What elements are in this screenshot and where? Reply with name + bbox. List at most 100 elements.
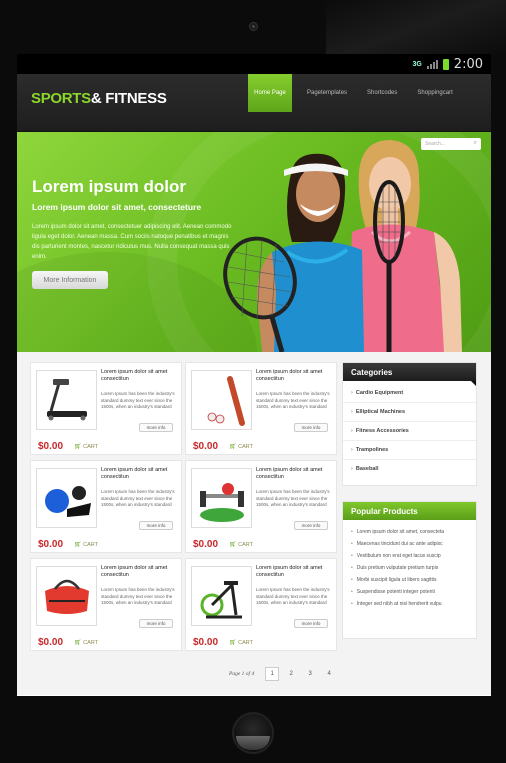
product-card: Lorem ipsum dolor sit amet consectitun L… <box>185 558 337 651</box>
fitness-gear-icon[interactable] <box>36 468 97 528</box>
categories-title: Categories <box>343 363 476 386</box>
product-title[interactable]: Lorem ipsum dolor sit amet consectitun <box>101 467 179 481</box>
chevron-right-icon: › <box>351 428 353 434</box>
popular-item[interactable]: • Integer sed nibh at nisi hendrerit vulp… <box>343 598 476 610</box>
hero-title: Lorem ipsum dolor <box>32 177 186 196</box>
more-info-button[interactable]: more info <box>139 521 173 530</box>
add-to-cart-button[interactable]: 🛒︎ CART <box>229 639 253 646</box>
product-price: $0.00 <box>38 539 64 550</box>
popular-item[interactable]: • Lorem ipsum dolor sit amet, consecteta <box>343 526 476 538</box>
cart-label: CART <box>238 640 254 646</box>
more-info-button[interactable]: more info <box>139 423 173 432</box>
product-price: $0.00 <box>38 441 64 452</box>
popular-item[interactable]: • Vestibulum non erat eget lacus suscip <box>343 550 476 562</box>
category-item[interactable]: › Trampolines <box>343 441 476 460</box>
more-information-button[interactable]: More Information <box>32 271 108 289</box>
page-link-2[interactable]: 2 <box>284 667 298 681</box>
chevron-right-icon: › <box>351 447 353 453</box>
product-description: Lorem Ipsum has been the industry's stan… <box>101 587 175 605</box>
chevron-right-icon: › <box>351 390 353 396</box>
site-header: SPORTS& FITNESS Home Page Pagetemplates … <box>17 74 491 132</box>
camera-icon <box>249 22 258 31</box>
cart-icon: 🛒︎ <box>229 542 237 548</box>
product-card: Lorem ipsum dolor sit amet consectitun L… <box>30 460 182 553</box>
product-description: Lorem Ipsum has been the industry's stan… <box>256 391 330 409</box>
page-link-3[interactable]: 3 <box>303 667 317 681</box>
tennis-players-image <box>223 140 462 352</box>
popular-products-title: Popular Products <box>343 502 476 520</box>
product-title[interactable]: Lorem ipsum dolor sit amet consectitun <box>256 467 334 481</box>
more-info-button[interactable]: more info <box>294 521 328 530</box>
nav-shoppingcart[interactable]: Shoppingcart <box>407 74 462 112</box>
bullet-icon: • <box>351 529 353 535</box>
signal-icon <box>426 59 438 69</box>
page-link-4[interactable]: 4 <box>322 667 336 681</box>
chevron-right-icon: › <box>351 466 353 472</box>
add-to-cart-button[interactable]: 🛒︎ CART <box>74 443 98 450</box>
more-info-button[interactable]: more info <box>294 619 328 628</box>
search-input[interactable]: Search... ⌕ <box>421 138 481 150</box>
product-card: Lorem ipsum dolor sit amet consectitun L… <box>185 362 337 455</box>
site-logo[interactable]: SPORTS& FITNESS <box>31 90 167 107</box>
popular-item[interactable]: • Suspendisse potenti integer potenti <box>343 586 476 598</box>
more-info-button[interactable]: more info <box>139 619 173 628</box>
more-info-button[interactable]: more info <box>294 423 328 432</box>
product-title[interactable]: Lorem ipsum dolor sit amet consectitun <box>256 565 334 579</box>
sports-bag-icon[interactable] <box>36 566 97 626</box>
product-card: Lorem ipsum dolor sit amet consectitun L… <box>185 460 337 553</box>
bullet-icon: • <box>351 565 353 571</box>
product-title[interactable]: Lorem ipsum dolor sit amet consectitun <box>101 369 179 383</box>
screen: 3G 2:00 SPORTS& FITNESS Home Page Pagete… <box>17 54 491 696</box>
add-to-cart-button[interactable]: 🛒︎ CART <box>229 541 253 548</box>
product-title[interactable]: Lorem ipsum dolor sit amet consectitun <box>101 565 179 579</box>
product-description: Lorem Ipsum has been the industry's stan… <box>256 587 330 605</box>
nav-home[interactable]: Home Page <box>248 74 292 112</box>
cart-label: CART <box>238 444 254 450</box>
logo-text-sports: SPORTS <box>31 90 91 107</box>
category-item[interactable]: › Fitness Accessories <box>343 422 476 441</box>
tablet-frame: 3G 2:00 SPORTS& FITNESS Home Page Pagete… <box>0 0 506 763</box>
baseball-bat-icon[interactable] <box>191 370 252 430</box>
add-to-cart-button[interactable]: 🛒︎ CART <box>229 443 253 450</box>
product-price: $0.00 <box>193 637 219 648</box>
product-description: Lorem Ipsum has been the industry's stan… <box>256 489 330 507</box>
treadmill-icon[interactable] <box>36 370 97 430</box>
product-card: Lorem ipsum dolor sit amet consectitun L… <box>30 558 182 651</box>
cart-label: CART <box>238 542 254 548</box>
popular-item[interactable]: • Maecenas tincidunt dui ac ante adipisc <box>343 538 476 550</box>
product-description: Lorem Ipsum has been the industry's stan… <box>101 489 175 507</box>
product-price: $0.00 <box>38 637 64 648</box>
bullet-icon: • <box>351 577 353 583</box>
chevron-right-icon: › <box>351 409 353 415</box>
cart-icon: 🛒︎ <box>229 444 237 450</box>
bullet-icon: • <box>351 601 353 607</box>
category-item[interactable]: › Cardio Equipment <box>343 384 476 403</box>
popular-products-panel: Popular Products • Lorem ipsum dolor sit … <box>342 501 477 639</box>
dumbbell-icon[interactable] <box>191 468 252 528</box>
status-time: 2:00 <box>453 56 483 72</box>
pagination: Page 1 of 4 1 2 3 4 <box>229 667 336 681</box>
categories-panel: Categories › Cardio Equipment › Elliptical… <box>342 362 477 486</box>
add-to-cart-button[interactable]: 🛒︎ CART <box>74 639 98 646</box>
nav-pagetemplates[interactable]: Pagetemplates <box>297 74 357 112</box>
exercise-bike-icon[interactable] <box>191 566 252 626</box>
logo-text-fitness: & FITNESS <box>90 90 167 107</box>
nav-shortcodes[interactable]: Shortcodes <box>357 74 407 112</box>
popular-item[interactable]: • Morbi suscipit ligula ut libero sagitti… <box>343 574 476 586</box>
add-to-cart-button[interactable]: 🛒︎ CART <box>74 541 98 548</box>
category-item[interactable]: › Baseball <box>343 460 476 478</box>
page-link-1[interactable]: 1 <box>265 667 280 681</box>
product-title[interactable]: Lorem ipsum dolor sit amet consectitun <box>256 369 334 383</box>
frame-reflection <box>326 0 506 55</box>
main-nav: Home Page Pagetemplates Shortcodes Shopp… <box>248 74 463 112</box>
home-button[interactable] <box>232 712 274 754</box>
cart-label: CART <box>83 542 99 548</box>
product-description: Lorem Ipsum has been the industry's stan… <box>101 391 175 409</box>
product-price: $0.00 <box>193 539 219 550</box>
hero-subtitle: Lorem ipsum dolor sit amet, consecteture <box>32 202 202 212</box>
category-item[interactable]: › Elliptical Machines <box>343 403 476 422</box>
cart-icon: 🛒︎ <box>74 640 82 646</box>
search-icon[interactable]: ⌕ <box>474 140 477 147</box>
popular-item[interactable]: • Duis pretium vulputate pretium turpis <box>343 562 476 574</box>
cart-label: CART <box>83 640 99 646</box>
